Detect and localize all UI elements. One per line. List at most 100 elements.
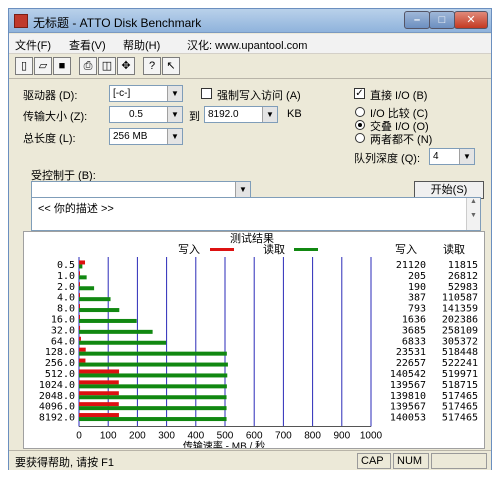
x-axis-title: 传输速率 - MB / 秒 (183, 440, 265, 449)
to-label: 到 (189, 111, 200, 123)
write-bar (79, 380, 119, 385)
category-label: 1.0 (57, 271, 75, 282)
write-value-label: 1636 (402, 314, 426, 325)
chevron-down-icon: ▼ (459, 149, 474, 164)
read-bar (79, 417, 227, 422)
x-tick-label: 0 (76, 431, 82, 442)
read-value-label: 52983 (448, 282, 478, 293)
write-value-label: 793 (408, 304, 426, 315)
drive-value: [-c-] (113, 88, 131, 99)
category-label: 4096.0 (39, 402, 75, 413)
write-value-label: 23531 (396, 347, 426, 358)
menu-help[interactable]: 帮助(H) (123, 37, 160, 53)
num-indicator: NUM (393, 453, 429, 469)
open-icon[interactable]: ▱ (34, 57, 52, 75)
write-bar (79, 413, 119, 418)
description-scrollbar[interactable]: ▲ ▼ (466, 198, 480, 230)
write-value-label: 139810 (390, 391, 426, 402)
app-icon (14, 14, 28, 28)
legend-write-label: 写入 (178, 244, 200, 256)
read-bar (79, 351, 227, 356)
maximize-button[interactable]: □ (429, 11, 455, 29)
minimize-button[interactable]: – (404, 11, 430, 29)
read-bar (79, 275, 87, 280)
write-bar (79, 391, 119, 396)
read-bar (79, 329, 153, 334)
description-box[interactable]: << 你的描述 >> ▲ ▼ (31, 197, 481, 231)
read-value-label: 11815 (448, 260, 478, 271)
transfer-from-select[interactable]: 0.5 ▼ (109, 106, 183, 123)
print-preview-icon[interactable]: ◫ (98, 57, 116, 75)
read-bar (79, 406, 227, 411)
category-label: 8.0 (57, 304, 75, 315)
save-icon[interactable]: ■ (53, 57, 71, 75)
transfer-to-select[interactable]: 8192.0 ▼ (204, 106, 278, 123)
help-icon[interactable]: ? (143, 57, 161, 75)
menu-view[interactable]: 查看(V) (69, 37, 106, 53)
app-window: 无标题 - ATTO Disk Benchmark – □ ✕ 文件(F) 查看… (8, 8, 492, 470)
category-label: 2.0 (57, 282, 75, 293)
x-tick-label: 300 (158, 431, 175, 442)
direct-io-checkbox[interactable]: ✓ (354, 88, 365, 99)
chevron-down-icon: ▼ (262, 107, 277, 122)
controlled-by-select[interactable]: ▼ (31, 181, 251, 198)
write-value-label: 21120 (396, 260, 426, 271)
x-tick-label: 100 (100, 431, 117, 442)
title-bar[interactable]: 无标题 - ATTO Disk Benchmark – □ ✕ (9, 9, 491, 33)
category-label: 4.0 (57, 293, 75, 304)
x-tick-label: 500 (217, 431, 234, 442)
write-bar (79, 282, 80, 287)
queue-depth-select[interactable]: 4 ▼ (429, 148, 475, 165)
category-label: 256.0 (45, 358, 75, 369)
write-bar (79, 293, 80, 298)
write-bar (79, 402, 119, 407)
queue-depth-label: 队列深度 (Q): (354, 153, 420, 165)
new-icon[interactable]: ▯ (15, 57, 33, 75)
read-value-label: 517465 (442, 391, 478, 402)
neither-radio[interactable] (355, 133, 365, 143)
write-value-label: 6833 (402, 336, 426, 347)
print-icon[interactable]: ⎙ (79, 57, 97, 75)
category-label: 1024.0 (39, 380, 75, 391)
x-tick-label: 800 (304, 431, 321, 442)
read-value-label: 141359 (442, 304, 478, 315)
drive-label: 驱动器 (D): (23, 90, 78, 102)
x-tick-label: 700 (275, 431, 292, 442)
overlap-io-radio[interactable] (355, 120, 365, 130)
category-label: 16.0 (51, 314, 75, 325)
read-bar (79, 395, 227, 400)
read-bar (79, 373, 228, 378)
legend-write-swatch (210, 248, 234, 251)
menu-file[interactable]: 文件(F) (15, 37, 51, 53)
chevron-down-icon: ▼ (167, 107, 182, 122)
context-help-icon[interactable]: ↖ (162, 57, 180, 75)
force-write-checkbox[interactable] (201, 88, 212, 99)
category-label: 32.0 (51, 325, 75, 336)
cap-indicator: CAP (357, 453, 391, 469)
total-length-label: 总长度 (L): (23, 133, 76, 145)
category-label: 2048.0 (39, 391, 75, 402)
io-compare-radio[interactable] (355, 107, 365, 117)
column-header-write: 写入 (395, 244, 417, 256)
write-value-label: 22657 (396, 358, 426, 369)
read-bar (79, 384, 227, 389)
neither-label: 两者都不 (N) (370, 134, 433, 146)
read-value-label: 519971 (442, 369, 478, 380)
write-bar (79, 260, 86, 265)
window-title: 无标题 - ATTO Disk Benchmark (33, 16, 202, 30)
read-value-label: 517465 (442, 413, 478, 424)
read-bar (79, 286, 95, 291)
move-icon[interactable]: ✥ (117, 57, 135, 75)
read-value-label: 518448 (442, 347, 478, 358)
total-length-select[interactable]: 256 MB ▼ (109, 128, 183, 145)
transfer-to-value: 8192.0 (208, 109, 239, 120)
toolbar: ▯ ▱ ■ ⎙ ◫ ✥ ? ↖ (9, 55, 491, 79)
drive-select[interactable]: [-c-] ▼ (109, 85, 183, 102)
close-button[interactable]: ✕ (454, 11, 488, 29)
write-value-label: 140053 (390, 413, 426, 424)
read-value-label: 305372 (442, 336, 478, 347)
category-label: 64.0 (51, 336, 75, 347)
write-value-label: 190 (408, 282, 426, 293)
write-bar (79, 314, 80, 319)
read-bar (79, 264, 83, 269)
